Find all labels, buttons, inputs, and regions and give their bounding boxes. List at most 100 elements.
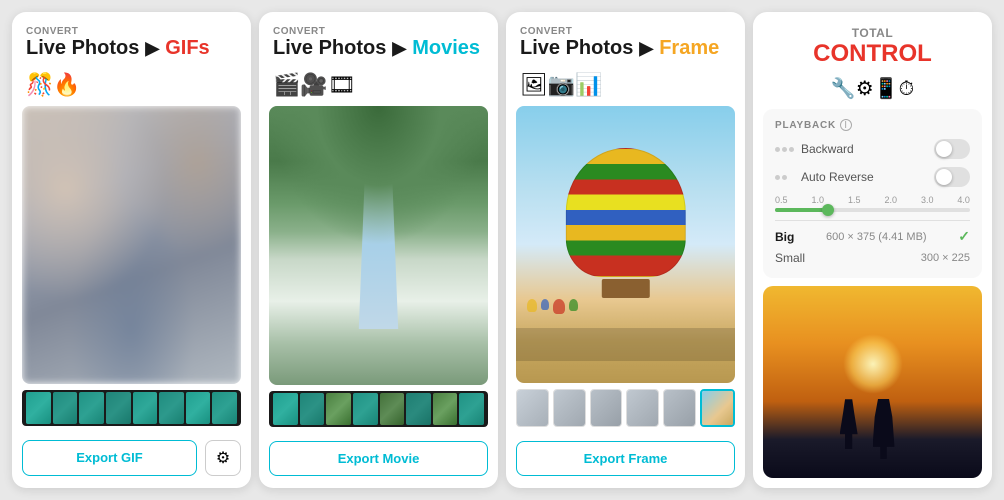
- filmstrip-cell-6: [159, 392, 184, 424]
- frame-thumb-1[interactable]: [516, 389, 549, 427]
- auto-reverse-toggle[interactable]: [934, 167, 970, 187]
- movie-title-row: Live Photos ▶ Movies: [273, 37, 484, 60]
- gif-title-type: GIFs: [165, 37, 209, 60]
- slider-label-2: 1.5: [848, 195, 861, 205]
- movie-garden-image: [269, 106, 488, 385]
- movie-panel: CONVERT Live Photos ▶ Movies 🎬🎥🎞 Export …: [259, 12, 498, 488]
- filmstrip-cell-7: [186, 392, 211, 424]
- control-title-row: CONTROL: [767, 40, 978, 68]
- export-gif-button[interactable]: Export GIF: [22, 440, 197, 476]
- slider-label-0: 0.5: [775, 195, 788, 205]
- panels-container: CONVERT Live Photos ▶ GIFs 🎊🔥 Export GIF: [0, 0, 1004, 500]
- auto-reverse-toggle-knob: [936, 169, 952, 185]
- small-balloon-2: [541, 299, 549, 310]
- small-balloon-1: [527, 299, 537, 312]
- frame-thumb-5[interactable]: [663, 389, 696, 427]
- small-balloon-4: [569, 299, 578, 311]
- export-frame-button[interactable]: Export Frame: [516, 441, 735, 476]
- export-movie-button[interactable]: Export Movie: [269, 441, 488, 476]
- gear-icon: ⚙: [216, 448, 230, 468]
- movie-filmstrip-cell-7: [433, 393, 458, 425]
- frame-title-live: Live Photos: [520, 37, 633, 60]
- size-small-row[interactable]: Small 300 × 225: [775, 248, 970, 268]
- size-big-row[interactable]: Big 600 × 375 (4.41 MB) ✓: [775, 225, 970, 248]
- gif-arrow: ▶: [145, 38, 159, 59]
- size-small-dims: 300 × 225: [921, 252, 970, 264]
- frame-thumb-2[interactable]: [553, 389, 586, 427]
- movie-image-area: [269, 106, 488, 385]
- frame-panel-header: CONVERT Live Photos ▶ Frame: [506, 12, 745, 68]
- slider-thumb[interactable]: [822, 204, 834, 216]
- movie-title-live: Live Photos: [273, 37, 386, 60]
- filmstrip-cell-8: [212, 392, 237, 424]
- settings-card: PLAYBACK i Backward: [763, 109, 982, 278]
- control-panel: TOTAL CONTROL 🔧⚙📱⏱ PLAYBACK i Bac: [753, 12, 992, 488]
- ground-crowd: [516, 328, 735, 361]
- gif-gear-button[interactable]: ⚙: [205, 440, 241, 476]
- movie-filmstrip-cell-2: [300, 393, 325, 425]
- backward-toggle-knob: [936, 141, 952, 157]
- gif-title-live: Live Photos: [26, 37, 139, 60]
- movie-buttons: Export Movie: [259, 433, 498, 488]
- gif-title-row: Live Photos ▶ GIFs: [26, 37, 237, 60]
- size-options: Big 600 × 375 (4.41 MB) ✓ Small 300 × 22…: [775, 225, 970, 268]
- control-icons: 🔧⚙📱⏱: [753, 72, 992, 109]
- control-panel-header: TOTAL CONTROL: [753, 12, 992, 72]
- dot-2: [782, 147, 787, 152]
- auto-reverse-dots: [775, 173, 795, 181]
- dot-5: [782, 175, 787, 180]
- backward-toggle[interactable]: [934, 139, 970, 159]
- gif-image-area: [22, 106, 241, 384]
- dot-1: [775, 147, 780, 152]
- slider-fill: [775, 208, 824, 212]
- auto-reverse-row: Auto Reverse: [775, 167, 970, 187]
- speed-slider-track[interactable]: [775, 208, 970, 212]
- size-big-dims: 600 × 375 (4.41 MB): [826, 231, 927, 243]
- movie-convert-label: CONVERT: [273, 26, 484, 37]
- small-balloons: [527, 299, 578, 314]
- slider-labels: 0.5 1.0 1.5 2.0 3.0 4.0: [775, 195, 970, 205]
- gif-filmstrip: [22, 390, 241, 426]
- frame-buttons: Export Frame: [506, 433, 745, 488]
- size-big-label: Big: [775, 230, 794, 244]
- frame-thumb-6-active[interactable]: [700, 389, 735, 427]
- silhouette-person-1: [840, 399, 858, 449]
- speed-slider-row: 0.5 1.0 1.5 2.0 3.0 4.0: [775, 195, 970, 212]
- movie-filmstrip-cell-5: [380, 393, 405, 425]
- filmstrip-cell-1: [26, 392, 51, 424]
- balloon-element: [565, 148, 685, 300]
- balloon-basket: [601, 279, 649, 297]
- slider-label-4: 3.0: [921, 195, 934, 205]
- movie-filmstrip-cell-3: [326, 393, 351, 425]
- movie-title-type: Movies: [412, 37, 480, 60]
- gif-panel-header: CONVERT Live Photos ▶ GIFs: [12, 12, 251, 68]
- backward-label: Backward: [801, 142, 854, 156]
- slider-label-1: 1.0: [811, 195, 824, 205]
- backward-row: Backward: [775, 139, 970, 159]
- slider-label-3: 2.0: [884, 195, 897, 205]
- frame-thumb-4[interactable]: [626, 389, 659, 427]
- frame-convert-label: CONVERT: [520, 26, 731, 37]
- frame-image-area: [516, 106, 735, 383]
- gif-convert-label: CONVERT: [26, 26, 237, 37]
- total-label: TOTAL: [767, 26, 978, 40]
- gif-panel: CONVERT Live Photos ▶ GIFs 🎊🔥 Export GIF: [12, 12, 251, 488]
- check-icon: ✓: [958, 228, 970, 245]
- small-balloon-3: [553, 299, 565, 314]
- balloon-body: [565, 148, 685, 277]
- control-title-type: CONTROL: [813, 40, 932, 68]
- info-icon: i: [840, 119, 852, 131]
- movie-icons: 🎬🎥🎞: [259, 68, 498, 106]
- auto-reverse-label-group: Auto Reverse: [775, 170, 874, 184]
- frame-balloon-image: [516, 106, 735, 383]
- filmstrip-cell-5: [133, 392, 158, 424]
- filmstrip-cell-3: [79, 392, 104, 424]
- size-divider: [775, 220, 970, 221]
- auto-reverse-label: Auto Reverse: [801, 170, 874, 184]
- movie-panel-header: CONVERT Live Photos ▶ Movies: [259, 12, 498, 68]
- frame-title-type: Frame: [659, 37, 719, 60]
- dot-3: [789, 147, 794, 152]
- filmstrip-cell-2: [53, 392, 78, 424]
- silhouette-scene: [763, 286, 982, 478]
- frame-thumb-3[interactable]: [590, 389, 623, 427]
